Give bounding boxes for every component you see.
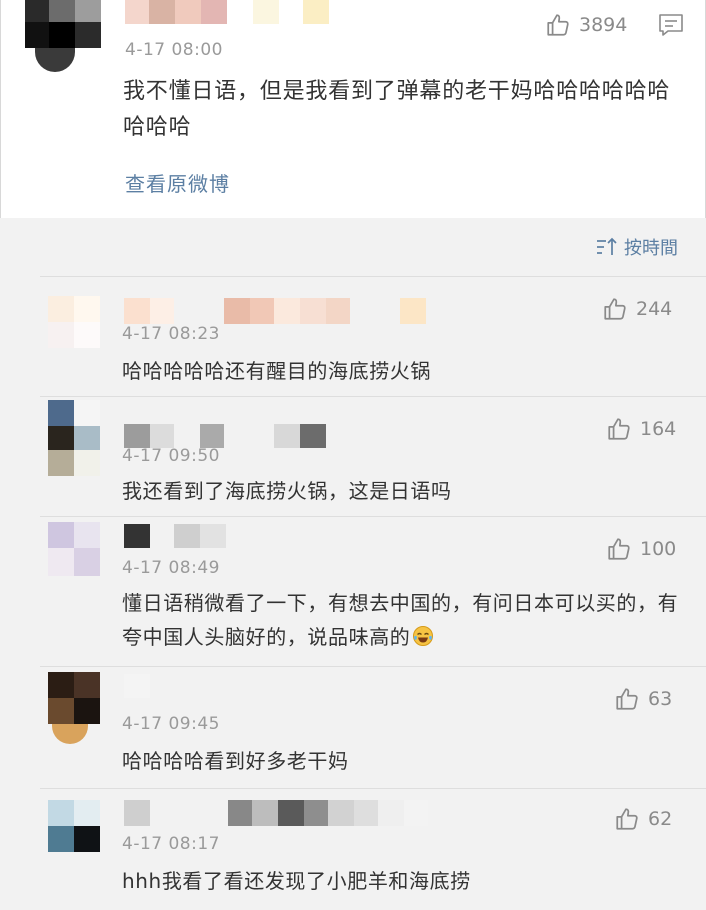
comment-text: 哈哈哈哈看到好多老干妈 xyxy=(122,749,349,773)
comment-text: 哈哈哈哈哈还有醒目的海底捞火锅 xyxy=(122,359,431,383)
thumbs-up-icon xyxy=(608,418,630,440)
thumbs-up-icon xyxy=(608,538,630,560)
main-post: 4-17 08:00 3894 我不懂日语，但是我看到了弹幕的老干妈哈哈哈哈哈哈… xyxy=(0,0,706,218)
comment-avatar[interactable] xyxy=(48,522,100,576)
comment-avatar[interactable] xyxy=(48,672,100,744)
comment-body: 懂日语稍微看了一下，有想去中国的，有问日本可以买的，有夸中国人头脑好的，说品味高… xyxy=(122,591,679,649)
comment-avatar[interactable] xyxy=(48,296,100,348)
divider xyxy=(40,516,706,517)
comment-like-count: 63 xyxy=(648,688,673,710)
comment-username[interactable] xyxy=(124,524,228,548)
main-post-avatar[interactable] xyxy=(25,0,101,72)
thumbs-up-icon xyxy=(604,298,626,320)
comment-like-button[interactable]: 63 xyxy=(614,686,672,712)
comment-like-button[interactable]: 164 xyxy=(606,416,676,442)
divider xyxy=(40,276,706,277)
comment-like-button[interactable]: 244 xyxy=(602,296,672,322)
comment-username[interactable] xyxy=(124,424,328,448)
comment-time: 4-17 08:49 xyxy=(122,558,220,578)
laughing-tears-emoji xyxy=(413,626,434,646)
divider xyxy=(40,788,706,789)
comment-username[interactable] xyxy=(124,298,434,324)
main-post-time: 4-17 08:00 xyxy=(125,40,223,60)
main-post-text: 我不懂日语，但是我看到了弹幕的老干妈哈哈哈哈哈哈哈哈哈 xyxy=(123,79,671,140)
comment-text: 懂日语稍微看了一下，有想去中国的，有问日本可以买的，有夸中国人头脑好的，说品味高… xyxy=(122,586,682,654)
comment-time: 4-17 09:45 xyxy=(122,714,220,734)
sort-by-time-button[interactable]: 按時間 xyxy=(596,234,678,260)
comment-avatar[interactable] xyxy=(48,400,100,476)
comment-text: 我还看到了海底捞火锅，这是日语吗 xyxy=(122,479,452,503)
main-post-like-count: 3894 xyxy=(579,14,628,36)
comment-username[interactable] xyxy=(124,800,428,826)
thumbs-up-icon xyxy=(616,808,638,830)
comment-time: 4-17 08:23 xyxy=(122,324,220,344)
comment-like-count: 62 xyxy=(648,808,673,830)
view-original-link[interactable]: 查看原微博 xyxy=(125,168,230,197)
comment-like-button[interactable]: 100 xyxy=(606,536,676,562)
comment-avatar[interactable] xyxy=(48,800,100,852)
comment-time: 4-17 09:50 xyxy=(122,446,220,466)
comment-icon[interactable] xyxy=(657,12,685,38)
sort-time-icon xyxy=(597,237,617,255)
main-post-username[interactable] xyxy=(125,0,335,24)
comment-like-count: 244 xyxy=(636,298,673,320)
comment-time: 4-17 08:17 xyxy=(122,834,220,854)
divider xyxy=(40,396,706,397)
comment-username[interactable] xyxy=(124,674,150,698)
comment-like-button[interactable]: 62 xyxy=(614,806,672,832)
comment-text: hhh我看了看还发现了小肥羊和海底捞 xyxy=(122,869,471,893)
main-post-like-button[interactable]: 3894 xyxy=(545,12,627,38)
divider xyxy=(40,666,706,667)
thumbs-up-icon xyxy=(616,688,638,710)
comment-like-count: 100 xyxy=(640,538,677,560)
sort-label: 按時間 xyxy=(624,238,678,259)
comment-like-count: 164 xyxy=(640,418,677,440)
thumbs-up-icon xyxy=(547,14,569,36)
